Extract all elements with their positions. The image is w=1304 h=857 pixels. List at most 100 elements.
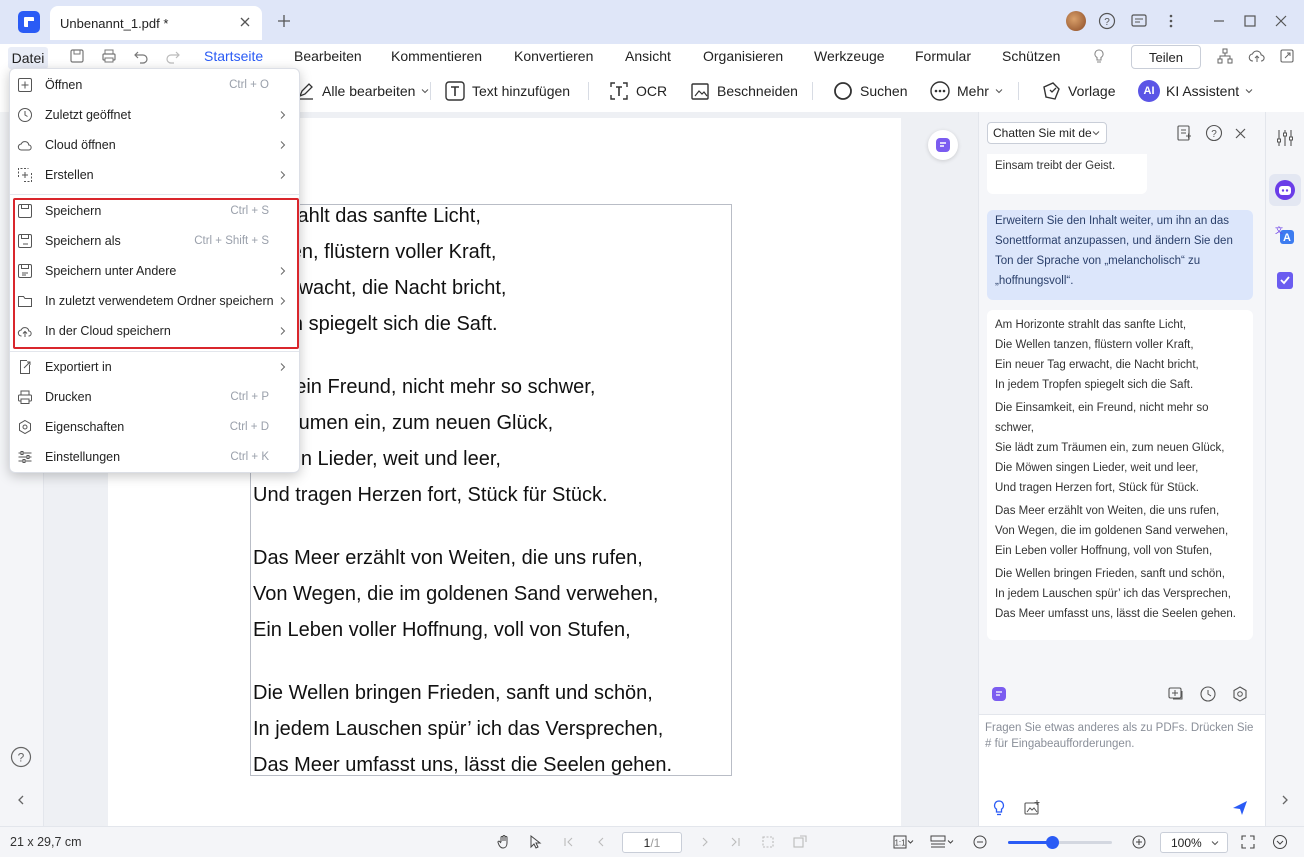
ai-floating-button[interactable] [928,130,958,160]
menu-item-create[interactable]: Erstellen [10,160,299,190]
properties-sliders-icon[interactable] [1275,128,1295,148]
ocr-icon [608,80,630,102]
crop-button[interactable]: Beschneiden [689,78,798,104]
hand-tool-icon[interactable] [496,834,512,850]
menu-item-export[interactable]: Exportiert in [10,352,299,382]
response-line: Ein Leben voller Hoffnung, voll von Stuf… [995,545,1213,557]
collapse-status-icon[interactable] [1272,834,1288,850]
poem-line: Das Meer erzählt von Weiten, die uns ruf… [253,547,643,569]
chevron-right-icon [279,170,287,180]
close-window-icon[interactable] [1274,12,1288,30]
page-export-icon[interactable] [792,834,808,850]
zoom-in-icon[interactable] [1131,834,1147,850]
fullscreen-icon[interactable] [1240,834,1256,850]
settings-icon[interactable] [1231,685,1249,703]
checklist-icon[interactable] [1274,269,1296,291]
maximize-icon[interactable] [1243,12,1257,30]
rotate-page-icon[interactable] [760,834,776,850]
chat-add-icon[interactable] [1167,685,1185,703]
zoom-slider[interactable] [1008,836,1112,849]
minimize-icon[interactable] [1212,12,1226,30]
zoom-select[interactable]: 100% [1160,832,1228,853]
help-icon[interactable]: ? [1205,124,1223,142]
zoom-out-icon[interactable] [972,834,988,850]
new-chat-icon[interactable] [1175,124,1193,142]
ai-assistant-button[interactable]: AI KI Assistent [1138,78,1253,104]
text-box-icon [444,80,466,102]
ai-assistant-tab[interactable] [1269,174,1301,206]
file-menu-dropdown: Öffnen Ctrl + O Zuletzt geöffnet Cloud ö… [9,68,300,473]
chevron-down-icon [421,87,429,95]
tab-werkzeuge[interactable]: Werkzeuge [814,48,885,64]
org-chart-icon[interactable] [1216,47,1234,65]
help-icon[interactable]: ? [1098,12,1116,30]
menu-item-print[interactable]: Drucken Ctrl + P [10,382,299,412]
file-menu-button[interactable]: Datei [8,47,48,69]
chat-mode-select[interactable]: Chatten Sie mit de [987,122,1107,144]
menu-item-cloud-open[interactable]: Cloud öffnen [10,130,299,160]
page-number-input[interactable]: 1 /1 [622,832,682,853]
poem-line: Und tragen Herzen fort, Stück für Stück. [253,484,608,506]
ai-robot-icon [1274,179,1296,201]
message-icon[interactable] [1130,12,1148,30]
more-button[interactable]: Mehr [929,78,1003,104]
app-logo-icon [18,11,40,33]
search-icon [832,80,854,102]
undo-icon[interactable] [132,47,150,65]
tab-kommentieren[interactable]: Kommentieren [391,48,482,64]
menu-item-open[interactable]: Öffnen Ctrl + O [10,70,299,100]
edit-all-button[interactable]: Alle bearbeiten [296,78,429,104]
redo-icon[interactable] [164,47,182,65]
tab-bearbeiten[interactable]: Bearbeiten [294,48,362,64]
tab-startseite[interactable]: Startseite [204,48,263,64]
add-text-button[interactable]: Text hinzufügen [444,78,570,104]
close-panel-icon[interactable] [1233,124,1249,142]
new-tab-icon[interactable] [276,13,292,29]
tab-konvertieren[interactable]: Konvertieren [514,48,593,64]
save-icon[interactable] [68,47,86,65]
search-button[interactable]: Suchen [832,78,907,104]
external-link-icon[interactable] [1278,47,1296,65]
menu-item-settings[interactable]: Einstellungen Ctrl + K [10,442,299,472]
history-icon[interactable] [1199,685,1217,703]
menu-item-properties[interactable]: Eigenschaften Ctrl + D [10,412,299,442]
send-icon[interactable] [1231,799,1249,817]
avatar[interactable] [1066,11,1086,31]
upload-cloud-icon[interactable] [1248,47,1266,65]
translate-icon[interactable]: A文 [1274,224,1296,246]
ai-note-icon[interactable] [991,686,1007,702]
response-line: Und tragen Herzen fort, Stück für Stück. [995,482,1199,494]
menu-item-recent[interactable]: Zuletzt geöffnet [10,100,299,130]
select-tool-icon[interactable] [528,834,544,850]
next-page-icon[interactable] [698,834,712,850]
text-block[interactable]: te strahlt das sanfte Licht, tanzen, flü… [250,204,732,776]
chat-input-area[interactable]: Fragen Sie etwas anderes als zu PDFs. Dr… [979,714,1266,826]
tab-organisieren[interactable]: Organisieren [703,48,783,64]
first-page-icon[interactable] [562,834,576,850]
last-page-icon[interactable] [728,834,742,850]
more-vertical-icon[interactable] [1164,12,1178,30]
fit-page-icon[interactable]: 1:1 [893,834,915,850]
image-add-icon[interactable] [1023,799,1041,817]
page-layout-icon[interactable] [930,834,956,850]
svg-text:?: ? [1211,129,1217,140]
previous-page-icon[interactable] [594,834,608,850]
chevron-right-icon[interactable] [1279,794,1291,806]
tab-ansicht[interactable]: Ansicht [625,48,671,64]
help-icon[interactable]: ? [10,746,32,768]
document-tab[interactable]: Unbenannt_1.pdf * [50,6,262,40]
ocr-button[interactable]: OCR [608,78,667,104]
page-size-label: 21 x 29,7 cm [10,835,82,849]
template-button[interactable]: Vorlage [1040,78,1115,104]
tab-schuetzen[interactable]: Schützen [1002,48,1060,64]
tab-formular[interactable]: Formular [915,48,971,64]
print-icon[interactable] [100,47,118,65]
share-button[interactable]: Teilen [1131,45,1201,69]
lightbulb-icon[interactable] [1090,47,1108,65]
zoom-slider-handle[interactable] [1045,836,1059,849]
close-tab-icon[interactable] [238,15,252,29]
ai-chat-panel: Chatten Sie mit de ? Einsam treibt der G… [978,112,1266,826]
chevron-left-icon[interactable] [15,794,27,806]
lightbulb-icon[interactable] [991,799,1007,817]
toolbar-divider [430,82,431,100]
